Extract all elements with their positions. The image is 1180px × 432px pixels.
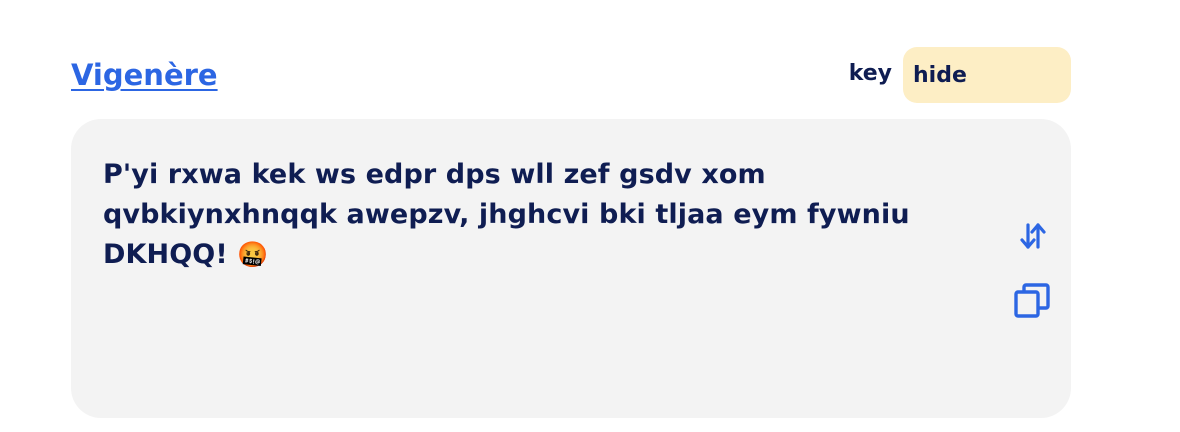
copy-icon: [1014, 283, 1050, 318]
cipher-header: Vigenère key: [71, 46, 1071, 104]
key-input[interactable]: [903, 47, 1071, 103]
key-label: key: [848, 61, 892, 86]
angry-face-emoji: 🤬: [237, 240, 269, 269]
ciphertext-body: P'yi rxwa kek ws edpr dps wll zef gsdv x…: [103, 159, 910, 270]
swap-vertical-arrows-icon: [1020, 223, 1046, 249]
copy-button[interactable]: [1010, 278, 1054, 322]
ciphertext-output[interactable]: P'yi rxwa kek ws edpr dps wll zef gsdv x…: [103, 155, 963, 275]
ciphertext-panel: P'yi rxwa kek ws edpr dps wll zef gsdv x…: [71, 119, 1071, 418]
cipher-title-link[interactable]: Vigenère: [71, 58, 218, 92]
swap-direction-button[interactable]: [1011, 214, 1055, 258]
